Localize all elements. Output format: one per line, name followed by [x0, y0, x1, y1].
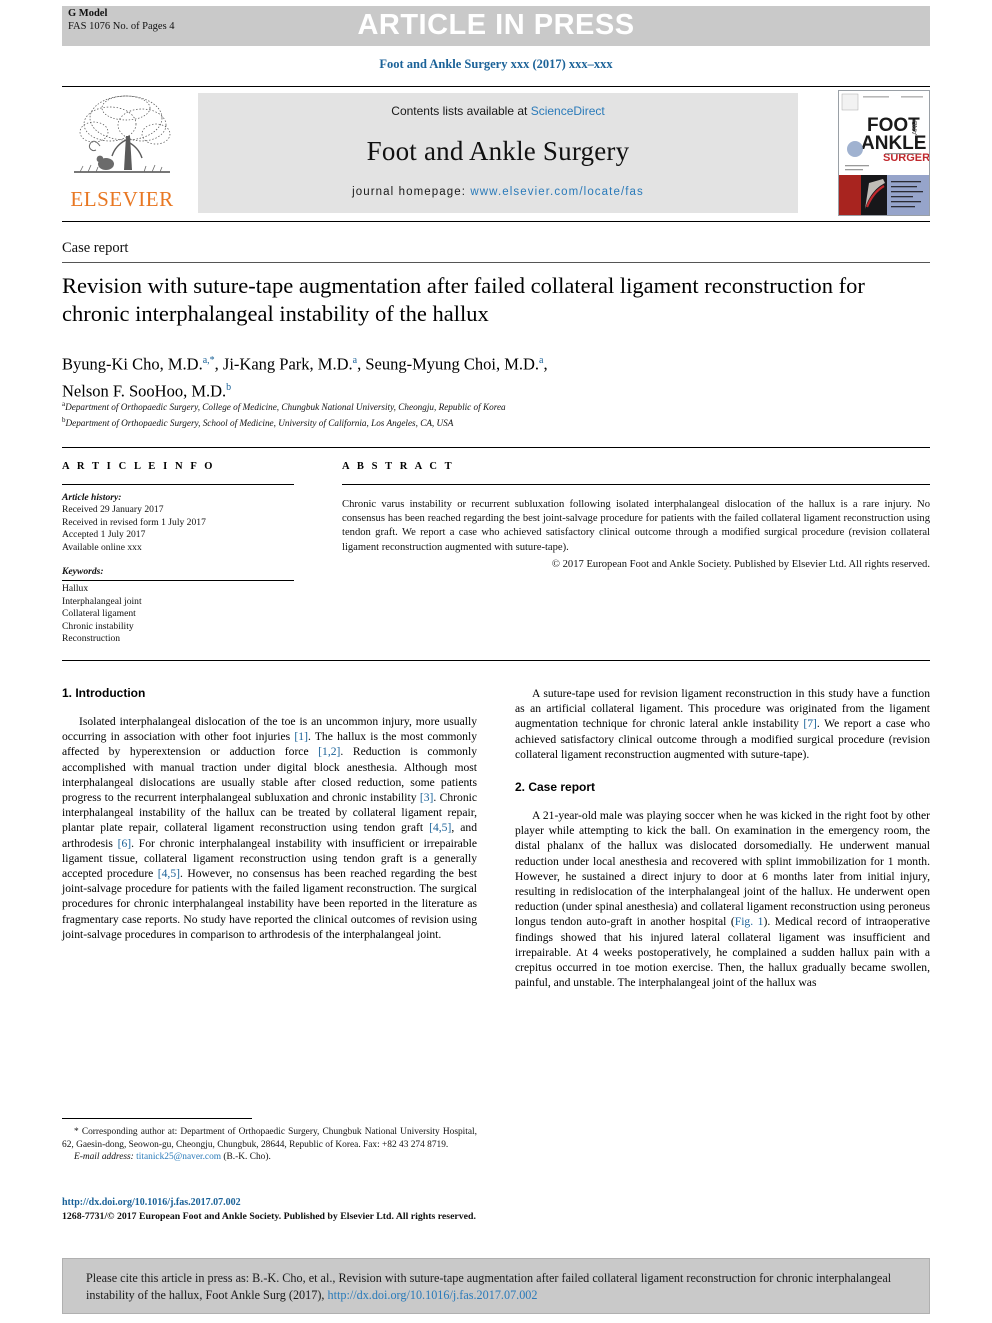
- contents-available-line: Contents lists available at ScienceDirec…: [198, 104, 798, 118]
- author-sep-1: , Ji-Kang Park, M.D.: [214, 354, 353, 374]
- keyword-item: Hallux: [62, 583, 89, 595]
- email-owner: (B.-K. Cho).: [223, 1152, 271, 1163]
- affiliation-a-text: Department of Orthopaedic Surgery, Colle…: [65, 402, 506, 413]
- journal-homepage-line: journal homepage: www.elsevier.com/locat…: [198, 186, 798, 198]
- keyword-item: Interphalangeal joint: [62, 595, 142, 607]
- history-item: Available online xxx: [62, 541, 142, 553]
- case-paragraph-1: A 21-year-old male was playing soccer wh…: [515, 808, 930, 990]
- info-left-rule: [62, 484, 294, 485]
- author-1-affil-marker[interactable]: a,*: [203, 355, 215, 366]
- history-item: Accepted 1 July 2017: [62, 529, 146, 541]
- sciencedirect-link[interactable]: ScienceDirect: [531, 104, 605, 118]
- abstract-column: Chronic varus instability or recurrent s…: [342, 498, 930, 572]
- elsevier-logo: ELSEVIER: [62, 92, 182, 214]
- author-4-affil-marker[interactable]: b: [226, 382, 231, 393]
- corresponding-marker: *: [74, 1127, 79, 1137]
- elsevier-tree-icon: [70, 92, 174, 184]
- affiliation-a: aDepartment of Orthopaedic Surgery, Coll…: [62, 398, 892, 414]
- citation-ref-1-2[interactable]: [1,2]: [318, 745, 340, 758]
- citation-ref-4-5[interactable]: [4,5]: [429, 821, 451, 834]
- citation-ref-4-5-b[interactable]: [4,5]: [158, 867, 180, 880]
- email-note: E-mail address: titanick25@naver.com (B.…: [62, 1151, 477, 1164]
- cite-box-text: Please cite this article in press as: B.…: [86, 1270, 908, 1304]
- elsevier-wordmark: ELSEVIER: [70, 187, 174, 211]
- body-column-left: 1. Introduction Isolated interphalangeal…: [62, 686, 477, 942]
- masthead-top-rule: [62, 86, 930, 87]
- email-label: E-mail address:: [74, 1152, 134, 1163]
- journal-homepage-link[interactable]: www.elsevier.com/locate/fas: [470, 186, 644, 198]
- body-column-right: A suture-tape used for revision ligament…: [515, 686, 930, 990]
- homepage-label: journal homepage:: [352, 186, 467, 198]
- info-top-rule: [62, 447, 930, 448]
- history-item: Received 29 January 2017: [62, 504, 164, 516]
- section-heading-introduction: 1. Introduction: [62, 686, 146, 700]
- abstract-bottom-rule: [62, 660, 930, 661]
- keyword-item: Reconstruction: [62, 633, 121, 645]
- footnote-block: * Corresponding author at: Department of…: [62, 1126, 477, 1164]
- contents-band: Contents lists available at ScienceDirec…: [198, 93, 798, 213]
- issn-copyright-line: 1268-7731/© 2017 European Foot and Ankle…: [62, 1210, 476, 1222]
- article-page: G Model FAS 1076 No. of Pages 4 ARTICLE …: [0, 0, 992, 1323]
- svg-text:AND: AND: [912, 120, 919, 135]
- doi-block: http://dx.doi.org/10.1016/j.fas.2017.07.…: [62, 1196, 662, 1223]
- running-head: Foot and Ankle Surgery xxx (2017) xxx–xx…: [379, 57, 613, 71]
- intro-paragraph-1: Isolated interphalangeal dislocation of …: [62, 714, 477, 942]
- article-info-header: A R T I C L E I N F O: [62, 461, 216, 472]
- keywords-list: Hallux Interphalangeal joint Collateral …: [62, 583, 312, 645]
- citation-ref-1[interactable]: [1]: [294, 730, 308, 743]
- corresponding-author-note: * Corresponding author at: Department of…: [62, 1126, 477, 1151]
- journal-cover-thumbnail: FOOT ANKLE SURGERY AND: [838, 90, 930, 216]
- affiliation-b: bDepartment of Orthopaedic Surgery, Scho…: [62, 414, 892, 430]
- author-1: Byung-Ki Cho, M.D.: [62, 354, 203, 374]
- article-history-label: Article history:: [62, 492, 122, 503]
- author-list: Byung-Ki Cho, M.D.a,*, Ji-Kang Park, M.D…: [62, 349, 892, 402]
- history-item: Received in revised form 1 July 2017: [62, 516, 206, 528]
- info-right-rule: [342, 484, 930, 485]
- citation-ref-6[interactable]: [6]: [118, 837, 132, 850]
- contents-prefix: Contents lists available at: [391, 104, 531, 118]
- footnote-rule: [62, 1118, 252, 1119]
- citation-ref-3[interactable]: [3]: [420, 791, 434, 804]
- intro-paragraph-2: A suture-tape used for revision ligament…: [515, 686, 930, 762]
- keywords-block: Keywords: Hallux Interphalangeal joint C…: [62, 566, 312, 645]
- article-type-label: Case report: [62, 240, 129, 256]
- author-sep-3: ,: [543, 354, 548, 374]
- case-text-a: A 21-year-old male was playing soccer wh…: [515, 809, 930, 929]
- author-sep-2: , Seung-Myung Choi, M.D.: [357, 354, 540, 374]
- article-info-column: Article history: Received 29 January 201…: [62, 492, 312, 645]
- abstract-text: Chronic varus instability or recurrent s…: [342, 499, 930, 553]
- page-title: Revision with suture-tape augmentation a…: [62, 273, 865, 326]
- corresponding-text: Corresponding author at: Department of O…: [62, 1127, 478, 1150]
- section-heading-case-report: 2. Case report: [515, 780, 596, 795]
- affiliations: aDepartment of Orthopaedic Surgery, Coll…: [62, 398, 892, 429]
- abstract-header: A B S T R A C T: [342, 461, 455, 472]
- abstract-copyright: © 2017 European Foot and Ankle Society. …: [551, 558, 930, 570]
- keywords-label-wrap: Keywords:: [62, 566, 294, 582]
- keyword-item: Chronic instability: [62, 620, 134, 632]
- journal-title: Foot and Ankle Surgery: [366, 136, 630, 166]
- title-divider: [62, 262, 930, 263]
- keywords-label: Keywords:: [62, 566, 104, 578]
- email-link[interactable]: titanick25@naver.com: [136, 1152, 221, 1162]
- masthead-bottom-rule: [62, 221, 930, 222]
- doi-link[interactable]: http://dx.doi.org/10.1016/j.fas.2017.07.…: [62, 1196, 662, 1210]
- svg-text:ANKLE: ANKLE: [861, 133, 926, 154]
- article-in-press-text: ARTICLE IN PRESS: [357, 9, 635, 41]
- figure-ref-1[interactable]: Fig. 1: [735, 915, 764, 928]
- affiliation-b-text: Department of Orthopaedic Surgery, Schoo…: [65, 417, 454, 428]
- keyword-item: Collateral ligament: [62, 608, 136, 620]
- cite-doi-link[interactable]: http://dx.doi.org/10.1016/j.fas.2017.07.…: [327, 1288, 537, 1302]
- journal-masthead: ELSEVIER Contents lists available at Sci…: [62, 90, 930, 216]
- citation-ref-7[interactable]: [7]: [803, 717, 817, 730]
